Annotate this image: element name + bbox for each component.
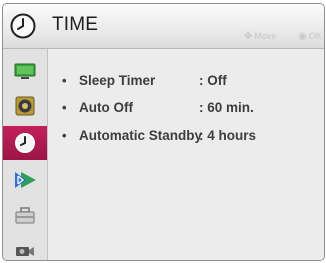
bullet: • xyxy=(62,73,67,88)
camera-icon xyxy=(16,247,34,256)
sidebar-item-picture[interactable] xyxy=(3,54,47,88)
sidebar-item-support[interactable] xyxy=(3,199,47,233)
bullet: • xyxy=(62,128,67,143)
auto-off-row[interactable]: • Auto Off : 60 min. xyxy=(48,100,324,122)
time-settings-panel: • Sleep Timer : Off • Auto Off : 60 min.… xyxy=(48,49,324,260)
automatic-standby-label: Automatic Standby xyxy=(79,128,203,143)
automatic-standby-row[interactable]: • Automatic Standby : 4 hours xyxy=(48,128,324,150)
toolbox-icon xyxy=(15,207,35,224)
dpad-icon: ✥ xyxy=(244,30,253,42)
sidebar-item-input[interactable] xyxy=(3,234,47,260)
page-title: TIME xyxy=(52,14,99,35)
auto-off-label: Auto Off xyxy=(79,100,133,115)
clock-icon xyxy=(14,133,35,153)
bluetooth-icon xyxy=(15,172,36,188)
move-hint-label: Move xyxy=(254,31,277,41)
auto-off-value: : 60 min. xyxy=(199,100,254,115)
ok-hint: ◉ OK xyxy=(298,31,322,41)
category-sidebar xyxy=(3,49,48,260)
clock-icon xyxy=(10,13,36,39)
automatic-standby-value: : 4 hours xyxy=(199,128,257,143)
header-bar: TIME ✥ Move ◉ OK xyxy=(3,4,324,49)
sleep-timer-label: Sleep Timer xyxy=(79,73,156,88)
bullet: • xyxy=(62,100,67,115)
sleep-timer-row[interactable]: • Sleep Timer : Off xyxy=(48,73,324,95)
settings-window: TIME ✥ Move ◉ OK • Sleep Timer: Off • A… xyxy=(2,3,325,261)
ok-button-icon: ◉ xyxy=(298,30,307,42)
sidebar-item-network[interactable] xyxy=(3,163,47,197)
move-hint: ✥ Move xyxy=(244,31,276,41)
speaker-icon xyxy=(15,96,35,116)
sleep-timer-value: : Off xyxy=(199,73,227,88)
monitor-icon xyxy=(14,63,36,79)
sidebar-item-time[interactable] xyxy=(3,126,47,160)
sidebar-item-sound[interactable] xyxy=(3,89,47,123)
ok-hint-label: OK xyxy=(308,31,322,41)
